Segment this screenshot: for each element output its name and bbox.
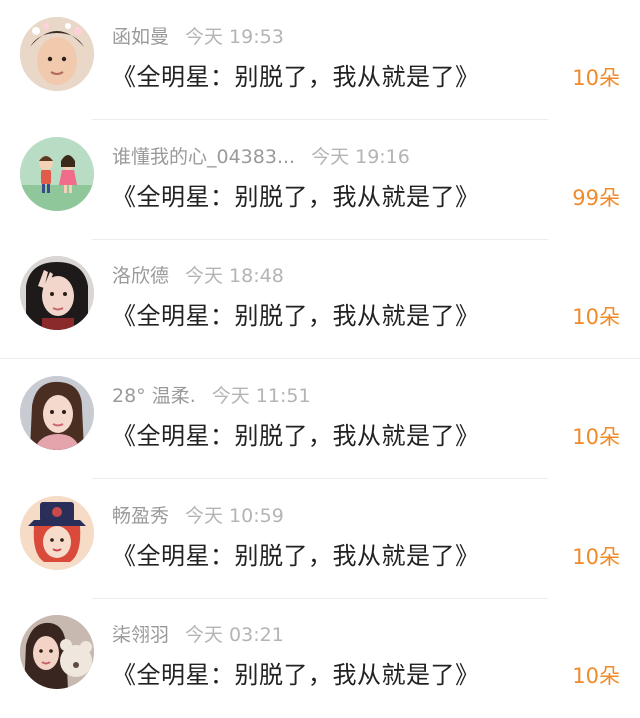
comment-meta: 谁懂我的心_04383... 今天 19:16 [112,142,410,169]
timestamp: 今天 18:48 [185,265,284,287]
comment-meta: 28° 温柔. 今天 11:51 [112,381,311,408]
avatar-woman-longhair-icon [20,376,94,450]
avatar[interactable] [20,256,94,330]
avatar[interactable] [20,615,94,689]
avatar[interactable] [20,137,94,211]
username[interactable]: 柒翎羽 [112,624,169,646]
list-item[interactable]: 28° 温柔. 今天 11:51 《全明星：别脱了，我从就是了》 10朵 [0,359,640,479]
gift-count: 10朵 [572,66,620,90]
avatar-cartoon-hat-icon [20,496,94,570]
gift-count: 10朵 [572,305,620,329]
gift-list: 函如曼 今天 19:53 《全明星：别脱了，我从就是了》 10朵 谁懂我的心_0… [0,0,640,718]
timestamp: 今天 19:16 [311,146,410,168]
avatar[interactable] [20,376,94,450]
timestamp: 今天 10:59 [185,505,284,527]
list-item[interactable]: 柒翎羽 今天 03:21 《全明星：别脱了，我从就是了》 10朵 [0,598,640,718]
avatar[interactable] [20,496,94,570]
username[interactable]: 28° 温柔. [112,385,196,407]
list-item[interactable]: 洛欣德 今天 18:48 《全明星：别脱了，我从就是了》 10朵 [0,239,640,359]
timestamp: 今天 11:51 [211,385,311,407]
avatar-girl-peace-icon [20,256,94,330]
avatar-girl-teddy-icon [20,615,94,689]
avatar-cartoon-couple-icon [20,137,94,211]
comment-meta: 畅盈秀 今天 10:59 [112,501,284,528]
avatar-boy-hat-icon [20,17,94,91]
book-title[interactable]: 《全明星：别脱了，我从就是了》 [112,177,480,212]
avatar[interactable] [20,17,94,91]
timestamp: 今天 19:53 [185,26,284,48]
list-item[interactable]: 函如曼 今天 19:53 《全明星：别脱了，我从就是了》 10朵 [0,0,640,120]
list-item[interactable]: 畅盈秀 今天 10:59 《全明星：别脱了，我从就是了》 10朵 [0,479,640,599]
book-title[interactable]: 《全明星：别脱了，我从就是了》 [112,57,480,92]
comment-meta: 柒翎羽 今天 03:21 [112,620,284,647]
gift-count: 10朵 [572,664,620,688]
gift-count: 10朵 [572,425,620,449]
username[interactable]: 谁懂我的心_04383... [112,146,295,168]
book-title[interactable]: 《全明星：别脱了，我从就是了》 [112,296,480,331]
username[interactable]: 洛欣德 [112,265,169,287]
username[interactable]: 函如曼 [112,26,169,48]
book-title[interactable]: 《全明星：别脱了，我从就是了》 [112,655,480,690]
gift-count: 10朵 [572,545,620,569]
comment-meta: 洛欣德 今天 18:48 [112,261,284,288]
book-title[interactable]: 《全明星：别脱了，我从就是了》 [112,536,480,571]
username[interactable]: 畅盈秀 [112,505,169,527]
timestamp: 今天 03:21 [185,624,284,646]
comment-meta: 函如曼 今天 19:53 [112,22,284,49]
gift-count: 99朵 [572,186,620,210]
list-item[interactable]: 谁懂我的心_04383... 今天 19:16 《全明星：别脱了，我从就是了》 9… [0,120,640,240]
book-title[interactable]: 《全明星：别脱了，我从就是了》 [112,416,480,451]
